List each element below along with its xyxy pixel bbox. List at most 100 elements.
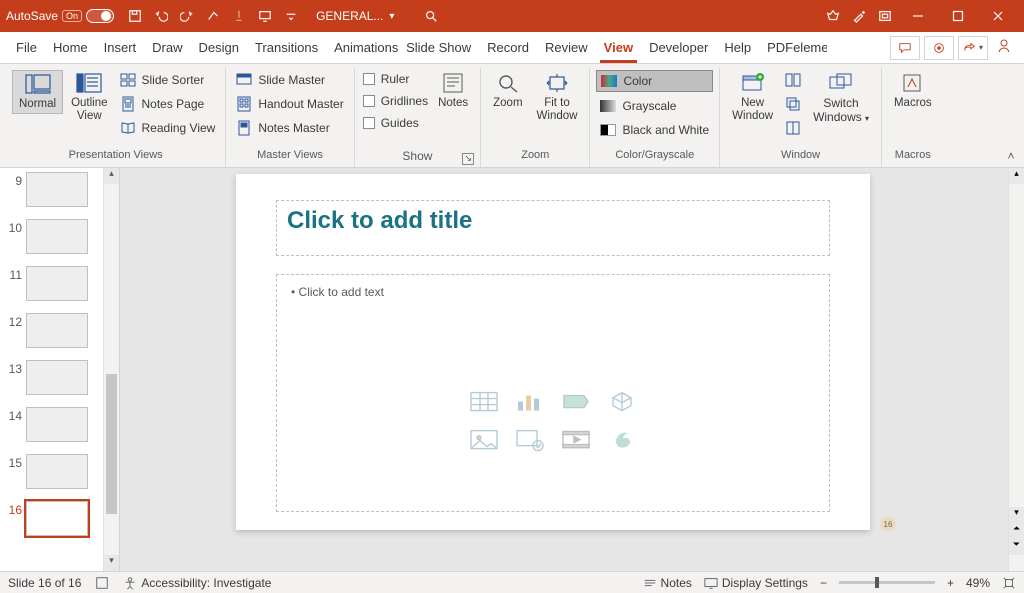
zoom-slider-knob[interactable]	[875, 577, 879, 588]
tab-help[interactable]: Help	[716, 32, 759, 63]
zoom-icon	[494, 72, 522, 94]
accessibility-button[interactable]: Accessibility: Investigate	[123, 576, 271, 590]
share-button[interactable]: ▾	[958, 36, 988, 60]
autosave-toggle[interactable]: AutoSave On	[6, 9, 114, 23]
content-placeholder[interactable]: Click to add text	[276, 274, 830, 512]
switch-windows-button[interactable]: Switch Windows ▾	[807, 70, 875, 127]
collapse-ribbon-button[interactable]: ˄	[998, 68, 1024, 167]
save-button[interactable]	[122, 3, 148, 29]
insert-icon-icon[interactable]	[606, 428, 638, 452]
slide-master-button[interactable]: Slide Master	[232, 70, 347, 90]
tab-developer[interactable]: Developer	[641, 32, 716, 63]
title-placeholder[interactable]: Click to add title	[276, 200, 830, 256]
reading-view-button[interactable]: Reading View	[116, 118, 220, 138]
insert-online-picture-icon[interactable]	[514, 428, 546, 452]
scroll-down-icon[interactable]: ▾	[104, 555, 119, 571]
normal-view-button[interactable]: Normal	[12, 70, 63, 114]
tab-insert[interactable]: Insert	[96, 32, 145, 63]
scroll-down-icon[interactable]: ▾	[1009, 507, 1024, 523]
macros-button[interactable]: Macros	[888, 70, 938, 112]
grayscale-button[interactable]: Grayscale	[596, 96, 713, 116]
insert-table-icon[interactable]	[468, 390, 500, 414]
comments-button[interactable]	[890, 36, 920, 60]
tab-pdfelement[interactable]: PDFelement	[759, 32, 827, 63]
language-button[interactable]	[95, 576, 109, 590]
ruler-checkbox[interactable]: Ruler	[361, 70, 430, 88]
new-window-button[interactable]: New Window	[726, 70, 779, 125]
tab-slideshow[interactable]: Slide Show	[398, 32, 479, 63]
slide-thumbnail[interactable]: 11	[4, 266, 101, 301]
scroll-up-icon[interactable]: ▴	[1009, 168, 1024, 184]
minimize-button[interactable]	[898, 0, 938, 32]
outline-view-button[interactable]: Outline View	[65, 70, 113, 125]
gridlines-checkbox[interactable]: Gridlines	[361, 92, 430, 110]
designer-icon[interactable]	[846, 3, 872, 29]
app-mode-icon[interactable]	[872, 3, 898, 29]
tab-design[interactable]: Design	[191, 32, 247, 63]
canvas-vscrollbar[interactable]: ▴ ▾ ⏶ ⏷	[1008, 168, 1024, 571]
next-slide-icon[interactable]: ⏷	[1009, 539, 1024, 555]
slide-thumbnail[interactable]: 9	[4, 172, 101, 207]
handout-master-button[interactable]: Handout Master	[232, 94, 347, 114]
display-settings-button[interactable]: Display Settings	[704, 576, 808, 590]
prev-slide-icon[interactable]: ⏶	[1009, 523, 1024, 539]
slide-canvas[interactable]: Click to add title Click to add text 16	[236, 174, 870, 530]
search-button[interactable]	[418, 3, 444, 29]
tab-record[interactable]: Record	[479, 32, 537, 63]
zoom-slider[interactable]	[839, 581, 935, 584]
tab-home[interactable]: Home	[45, 32, 96, 63]
undo-button[interactable]	[148, 3, 174, 29]
tab-draw[interactable]: Draw	[144, 32, 190, 63]
color-button[interactable]: Color	[596, 70, 713, 92]
move-split-button[interactable]	[781, 118, 805, 138]
notes-toggle[interactable]: Notes	[643, 576, 692, 590]
insert-3dmodel-icon[interactable]	[606, 390, 638, 414]
cascade-button[interactable]	[781, 94, 805, 114]
tab-view[interactable]: View	[596, 32, 641, 63]
maximize-button[interactable]	[938, 0, 978, 32]
record-button[interactable]	[924, 36, 954, 60]
quickaccess-icon[interactable]	[200, 3, 226, 29]
zoom-in-button[interactable]: +	[947, 576, 954, 590]
slide-counter[interactable]: Slide 16 of 16	[8, 576, 81, 590]
slide-thumbnail[interactable]: 13	[4, 360, 101, 395]
zoom-out-button[interactable]: −	[820, 576, 827, 590]
tab-animations[interactable]: Animations	[326, 32, 398, 63]
touch-mode-icon[interactable]	[226, 3, 252, 29]
tab-file[interactable]: File	[8, 32, 45, 63]
insert-chart-icon[interactable]	[514, 390, 546, 414]
slide-thumbnail[interactable]: 15	[4, 454, 101, 489]
zoom-button[interactable]: Zoom	[487, 70, 528, 112]
thumbnails-scrollbar[interactable]: ▴ ▾	[103, 168, 119, 571]
slide-thumbnail[interactable]: 12	[4, 313, 101, 348]
scrollbar-thumb[interactable]	[106, 374, 117, 514]
notes-page-button[interactable]: Notes Page	[116, 94, 220, 114]
qat-overflow-icon[interactable]	[278, 3, 304, 29]
tab-transitions[interactable]: Transitions	[247, 32, 326, 63]
dialog-launcher-icon[interactable]: ↘	[462, 153, 474, 165]
black-white-button[interactable]: Black and White	[596, 120, 713, 140]
fit-slide-button[interactable]	[1002, 576, 1016, 590]
notes-button[interactable]: Notes	[432, 70, 474, 112]
premium-icon[interactable]	[820, 3, 846, 29]
close-button[interactable]	[978, 0, 1018, 32]
zoom-level[interactable]: 49%	[966, 576, 990, 590]
slide-thumbnail[interactable]: 10	[4, 219, 101, 254]
slide-thumbnail[interactable]: 14	[4, 407, 101, 442]
slide-sorter-button[interactable]: Slide Sorter	[116, 70, 220, 90]
scroll-up-icon[interactable]: ▴	[104, 168, 119, 184]
notes-master-button[interactable]: Notes Master	[232, 118, 347, 138]
fit-to-window-button[interactable]: Fit to Window	[531, 70, 584, 125]
account-icon[interactable]	[992, 38, 1016, 57]
redo-button[interactable]	[174, 3, 200, 29]
insert-video-icon[interactable]	[560, 428, 592, 452]
thumbnail-number: 15	[4, 454, 22, 470]
insert-picture-icon[interactable]	[468, 428, 500, 452]
arrange-all-button[interactable]	[781, 70, 805, 90]
present-button[interactable]	[252, 3, 278, 29]
document-name[interactable]: GENERAL... ▾	[316, 9, 394, 23]
slide-thumbnail[interactable]: 16	[4, 501, 101, 536]
tab-review[interactable]: Review	[537, 32, 596, 63]
guides-checkbox[interactable]: Guides	[361, 114, 430, 132]
insert-smartart-icon[interactable]	[560, 390, 592, 414]
